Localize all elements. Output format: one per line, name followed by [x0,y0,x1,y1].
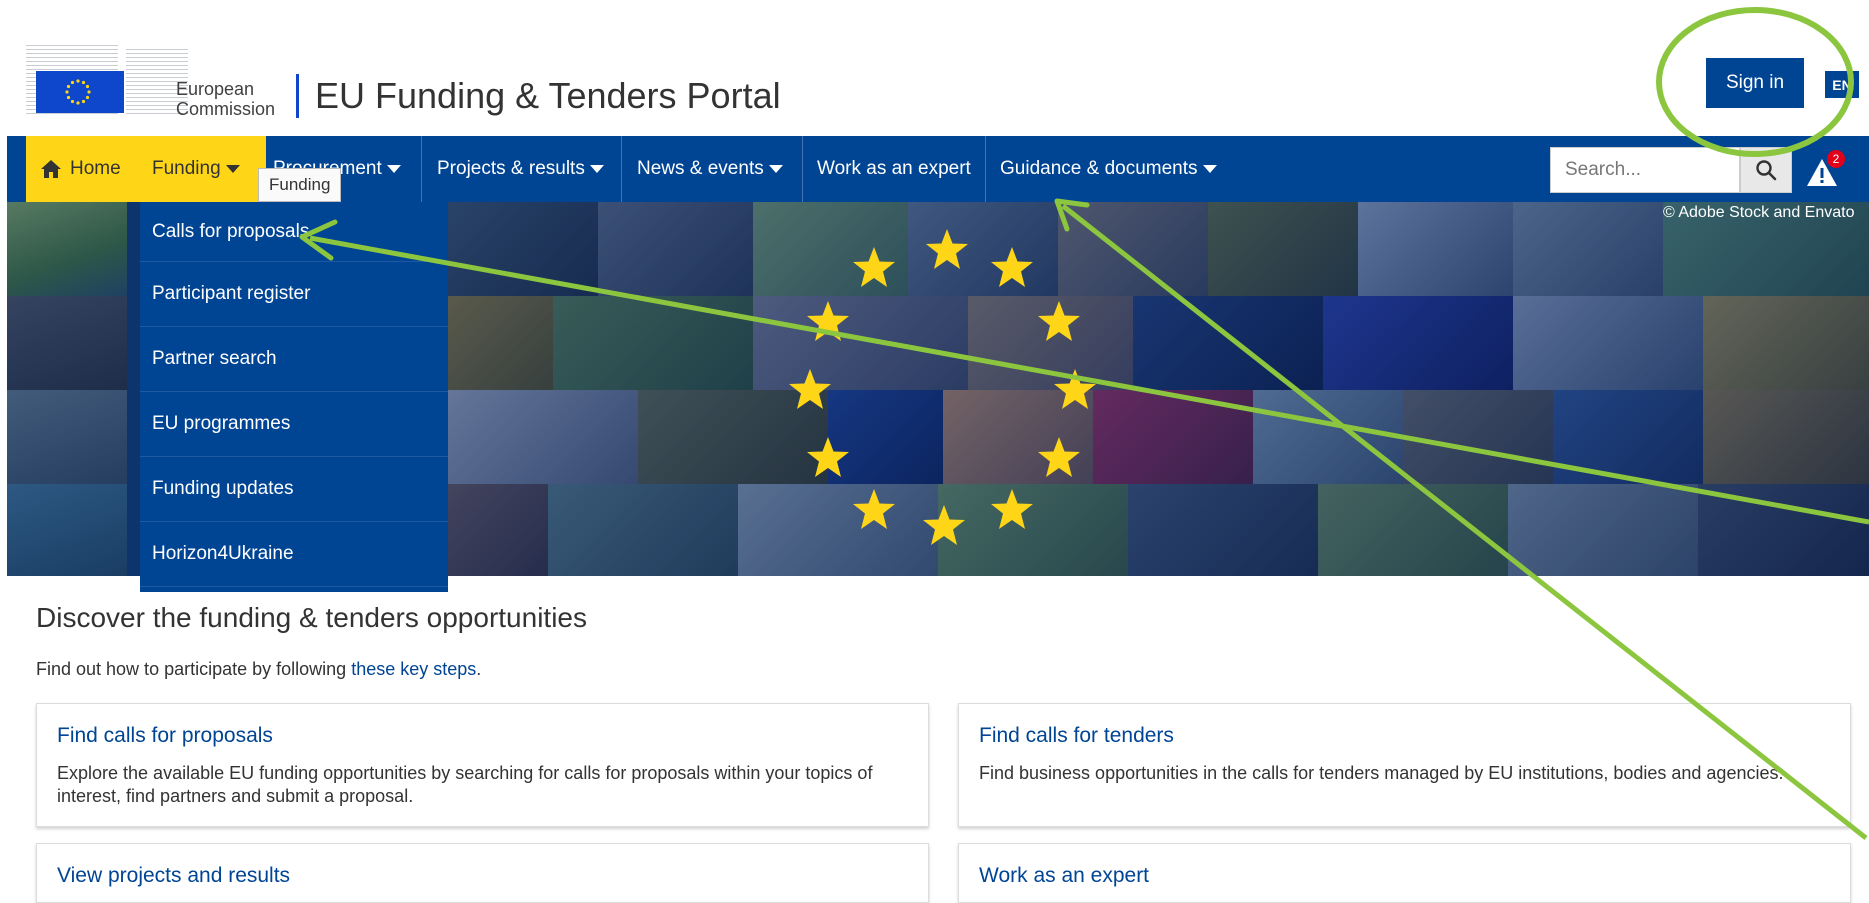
card-find-calls-for-proposals[interactable]: Find calls for proposals Explore the ava… [36,703,929,827]
funding-dropdown-menu: Calls for proposals Participant register… [140,202,448,592]
card-title[interactable]: View projects and results [57,864,290,888]
menu-item-eu-programmes[interactable]: EU programmes [140,392,448,457]
card-view-projects-and-results[interactable]: View projects and results [36,843,929,903]
card-title[interactable]: Work as an expert [979,864,1149,888]
card-work-as-an-expert[interactable]: Work as an expert [958,843,1851,903]
funding-tooltip: Funding [258,168,342,202]
star-icon [991,489,1033,529]
search-icon [1756,160,1777,181]
nav-funding[interactable]: Funding [138,136,266,202]
org-line-1: European [176,79,255,99]
search-button[interactable] [1740,147,1792,193]
nav-divider [802,136,803,202]
image-copyright: © Adobe Stock and Envato [1663,204,1855,221]
chevron-down-icon [589,165,604,173]
nav-guidance-documents[interactable]: Guidance & documents [1000,136,1217,202]
card-find-calls-for-tenders[interactable]: Find calls for tenders Find business opp… [958,703,1851,827]
card-description: Find business opportunities in the calls… [979,763,1784,783]
star-icon [853,489,895,529]
star-icon [789,369,831,409]
site-header: European Commission EU Funding & Tenders… [0,0,1869,136]
chevron-down-icon [225,165,240,173]
chevron-down-icon [1202,165,1217,173]
nav-divider [621,136,622,202]
language-selector[interactable]: EN [1825,71,1859,98]
star-icon [1038,301,1080,341]
eu-stars-icon [65,79,91,105]
title-separator [296,74,299,118]
key-steps-link[interactable]: these key steps [351,659,476,679]
chevron-down-icon [768,165,783,173]
card-title[interactable]: Find calls for tenders [979,724,1174,748]
menu-item-horizon4ukraine[interactable]: Horizon4Ukraine [140,522,448,587]
organisation-name: European Commission [176,79,275,119]
nav-projects-results[interactable]: Projects & results [437,136,604,202]
chevron-down-icon [386,165,401,173]
nav-work-as-expert[interactable]: Work as an expert [817,136,971,202]
section-intro: Find out how to participate by following… [36,659,481,680]
star-icon [923,505,965,545]
star-icon [991,247,1033,287]
star-icon [926,229,968,269]
nav-expert-label: Work as an expert [817,158,971,179]
star-icon [1054,369,1096,409]
star-icon [807,301,849,341]
nav-projects-label: Projects & results [437,158,585,179]
menu-item-funding-updates[interactable]: Funding updates [140,457,448,522]
org-line-2: Commission [176,99,276,119]
nav-divider [421,136,422,202]
intro-text: Find out how to participate by following [36,659,352,679]
portal-title[interactable]: EU Funding & Tenders Portal [315,74,781,118]
sign-in-button[interactable]: Sign in [1706,58,1804,108]
nav-funding-label: Funding [152,158,221,179]
intro-suffix: . [476,659,482,679]
card-description: Explore the available EU funding opportu… [57,763,873,806]
notification-count-badge: 2 [1827,150,1845,168]
star-icon [853,247,895,287]
nav-divider [985,136,986,202]
section-title: Discover the funding & tenders opportuni… [36,602,587,633]
star-icon [1038,437,1080,477]
search-input[interactable]: Search... [1550,147,1740,193]
menu-item-partner-search[interactable]: Partner search [140,327,448,392]
nav-news-label: News & events [637,158,764,179]
nav-news-events[interactable]: News & events [637,136,783,202]
home-icon [41,160,61,178]
european-commission-logo[interactable]: European Commission [26,45,288,119]
nav-home-label: Home [70,158,121,179]
notifications-button[interactable]: 2 [1805,150,1845,190]
card-title[interactable]: Find calls for proposals [57,724,273,748]
nav-home[interactable]: Home [26,136,146,202]
menu-item-participant-register[interactable]: Participant register [140,262,448,327]
star-icon [807,437,849,477]
nav-guidance-label: Guidance & documents [1000,158,1198,179]
menu-item-calls-for-proposals[interactable]: Calls for proposals [140,202,448,262]
